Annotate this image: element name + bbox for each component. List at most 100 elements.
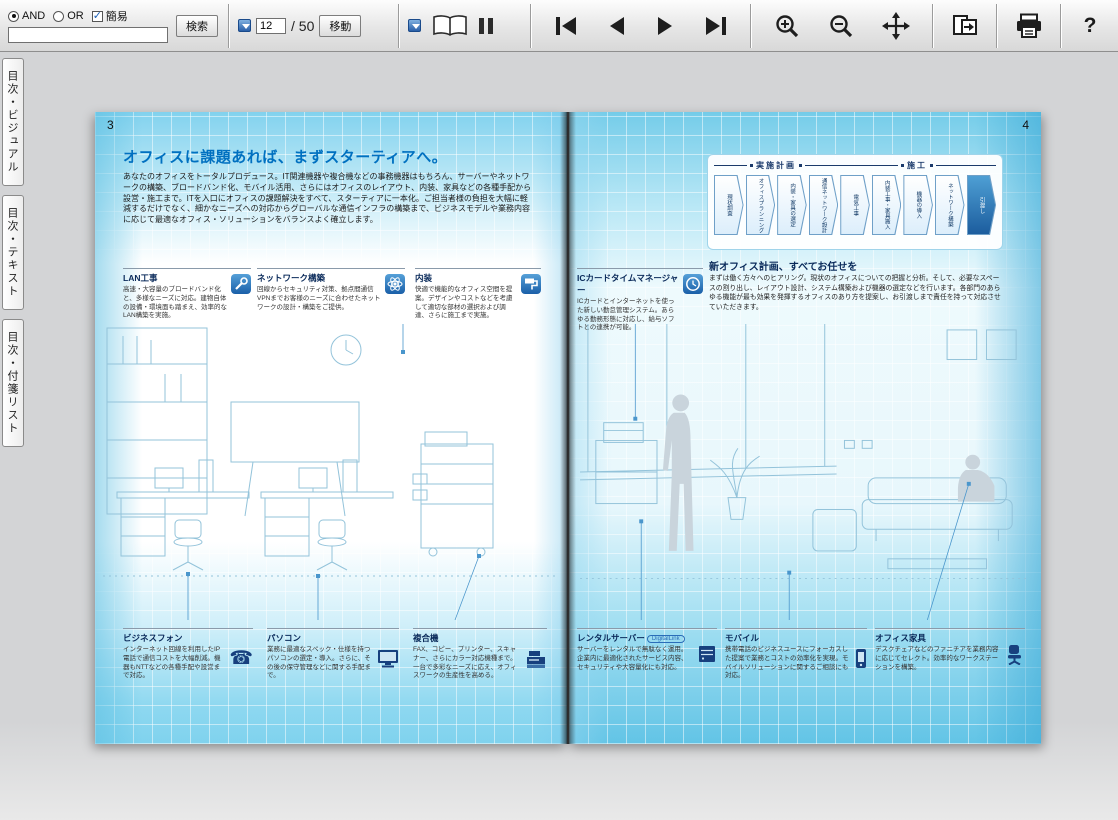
or-radio-circle — [53, 11, 64, 22]
search-button[interactable]: 検索 — [176, 15, 218, 37]
plan-body: まずは働く方々へのヒアリング。現状のオフィスについての把握と分析。そして、必要な… — [709, 274, 1001, 312]
view-group — [400, 0, 530, 51]
move-button[interactable]: 移動 — [319, 15, 361, 37]
office-illustration-right — [577, 324, 1033, 620]
sidebar-tab-toc-visual[interactable]: 目次・ビジュアル — [2, 58, 24, 186]
feature-desc: サーバーをレンタルで無駄なく運用。企業内に最適化されたサービス内容、セキュリティ… — [577, 646, 693, 672]
copier-icon — [525, 636, 547, 681]
feature-desc: FAX、コピー、プリンター、スキャナー、さらにカラー対応機種まで。一台で多彩なニ… — [413, 646, 521, 681]
flow-diagram: 実施計画 施工 現状調査 オフィスプランニング 内装・家具の選定 通信ネットワー… — [707, 154, 1003, 250]
easy-mode-checkbox[interactable]: 簡易 — [92, 8, 128, 24]
paint-roller-icon — [521, 274, 541, 294]
toolbar: AND OR 簡易 検索 / 50 移動 — [0, 0, 1118, 52]
flow-step: ネットワーク構築 — [935, 175, 965, 235]
search-input[interactable] — [8, 27, 168, 43]
sidebar: 目次・ビジュアル 目次・テキスト 目次・付箋リスト — [2, 58, 28, 456]
help-icon[interactable]: ? — [1084, 14, 1097, 38]
feature-pc: パソコン 業務に最適なスペック・仕様を持つパソコンの選定・導入。さらに、その後の… — [267, 628, 399, 681]
print-group — [998, 0, 1060, 51]
plan-title: 新オフィス計画、すべてお任せを — [709, 258, 857, 273]
and-radio-circle — [8, 11, 19, 22]
right-page[interactable]: 4 実施計画 施工 現状調査 オフィ — [569, 112, 1041, 744]
first-page-icon[interactable] — [554, 16, 578, 36]
book-spine — [560, 112, 576, 744]
flow-phase-construction: 施工 — [838, 160, 996, 171]
flow-step: 機器の導入 — [903, 175, 933, 235]
pause-icon[interactable] — [479, 18, 493, 34]
feature-title: レンタルサーバーDigitalLink — [577, 632, 693, 644]
feature-mobile: モバイル 携帯電話のビジネスユースにフォーカスした提案で業務とコストの効率化を実… — [725, 628, 867, 681]
office-chair-icon — [1005, 636, 1025, 672]
easy-checkbox-box — [92, 11, 103, 22]
flow-step: 電気工事 — [840, 175, 870, 235]
page-number-input[interactable] — [256, 18, 286, 34]
feature-title: 内装 — [415, 272, 517, 284]
left-page[interactable]: 3 オフィスに課題あれば、まずスターティアへ。 あなたのオフィスをトータルプロデ… — [95, 112, 567, 744]
next-page-icon[interactable] — [655, 16, 675, 36]
flow-step: 引渡し — [967, 175, 997, 235]
feature-title: 複合機 — [413, 632, 521, 644]
book-spread-icon[interactable] — [431, 14, 469, 38]
server-icon — [697, 636, 717, 672]
feature-title: オフィス家具 — [875, 632, 1001, 644]
export-group — [934, 0, 996, 51]
sidebar-tab-toc-bookmarks[interactable]: 目次・付箋リスト — [2, 319, 24, 447]
feature-title: ビジネスフォン — [123, 632, 225, 644]
digitallink-badge: DigitalLink — [647, 635, 685, 643]
wrench-icon — [231, 274, 251, 294]
feature-title: ネットワーク構築 — [257, 272, 381, 284]
last-page-icon[interactable] — [704, 16, 728, 36]
pan-icon[interactable] — [882, 12, 910, 40]
view-dropdown-icon[interactable] — [408, 19, 421, 32]
office-illustration-left — [103, 324, 559, 620]
intro-text: あなたのオフィスをトータルプロデュース。IT関連機器や複合機などの事務機器はもち… — [123, 172, 535, 226]
feature-business-phone: ビジネスフォン インターネット回線を利用したIP電話で通信コストを大幅削減。機器… — [123, 628, 253, 681]
flow-step: 内装・家具の選定 — [777, 175, 807, 235]
flow-step: 内装工事・家具搬入 — [872, 175, 902, 235]
export-page-icon[interactable] — [951, 13, 979, 39]
search-group: AND OR 簡易 検索 — [0, 0, 228, 51]
feature-desc: 高速・大容量のブロードバンド化と、多様なニーズに対応。建物自体の設備・環境面も踏… — [123, 286, 227, 321]
flow-step: 現状調査 — [714, 175, 744, 235]
print-icon[interactable] — [1015, 13, 1043, 39]
feature-desc: 業務に最適なスペック・仕様を持つパソコンの選定・導入。さらに、その後の保守管理な… — [267, 646, 373, 681]
zoom-out-icon[interactable] — [828, 13, 854, 39]
and-label: AND — [22, 10, 45, 22]
help-group: ? — [1062, 0, 1118, 51]
viewer-window: AND OR 簡易 検索 / 50 移動 — [0, 0, 1118, 820]
feature-lan: LAN工事 高速・大容量のブロードバンド化と、多様なニーズに対応。建物自体の設備… — [123, 268, 251, 321]
and-radio[interactable]: AND — [8, 10, 45, 22]
page-headline: オフィスに課題あれば、まずスターティアへ。 — [123, 146, 447, 167]
feature-title: LAN工事 — [123, 272, 227, 284]
phone-icon — [229, 636, 253, 681]
flow-phase-label: 実施計画 — [756, 160, 796, 171]
mobile-icon — [855, 636, 867, 681]
sidebar-tab-toc-text[interactable]: 目次・テキスト — [2, 195, 24, 310]
or-radio[interactable]: OR — [53, 10, 84, 22]
feature-rental-server: レンタルサーバーDigitalLink サーバーをレンタルで無駄なく運用。企業内… — [577, 628, 717, 672]
feature-title: パソコン — [267, 632, 373, 644]
feature-title: ICカードタイムマネージャー — [577, 272, 679, 296]
right-page-number: 4 — [1022, 118, 1029, 132]
or-label: OR — [67, 10, 84, 22]
navigation-group — [532, 0, 750, 51]
zoom-in-icon[interactable] — [774, 13, 800, 39]
zoom-group — [752, 0, 932, 51]
feature-network: ネットワーク構築 回線からセキュリティ対策、拠点間通信VPNまでお客様のニーズに… — [257, 268, 405, 312]
left-page-number: 3 — [107, 118, 114, 132]
page-dropdown-icon[interactable] — [238, 19, 251, 32]
feature-desc: デスクチェアなどのファニチアを業務内容に応じてセレクト。効率的なワークステーショ… — [875, 646, 1001, 672]
flow-step: オフィスプランニング — [746, 175, 776, 235]
feature-interior: 内装 快適で機能的なオフィス空間を提案。デザインやコストなどを考慮して適切な部材… — [415, 268, 541, 321]
easy-label: 簡易 — [106, 8, 128, 24]
flow-phase-label: 施工 — [907, 160, 927, 171]
clock-icon — [683, 274, 703, 294]
feature-desc: 快適で機能的なオフィス空間を提案。デザインやコストなどを考慮して適切な部材の選択… — [415, 286, 517, 321]
prev-page-icon[interactable] — [607, 16, 627, 36]
network-icon — [385, 274, 405, 294]
feature-desc: インターネット回線を利用したIP電話で通信コストを大幅削減。機器もNTTなどの各… — [123, 646, 225, 681]
feature-copier: 複合機 FAX、コピー、プリンター、スキャナー、さらにカラー対応機種まで。一台で… — [413, 628, 547, 681]
feature-desc: 回線からセキュリティ対策、拠点間通信VPNまでお客様のニーズに合わせたネットワー… — [257, 286, 381, 312]
feature-desc: 携帯電話のビジネスユースにフォーカスした提案で業務とコストの効率化を実現。モバイ… — [725, 646, 851, 681]
page-total-label: / 50 — [291, 18, 314, 34]
